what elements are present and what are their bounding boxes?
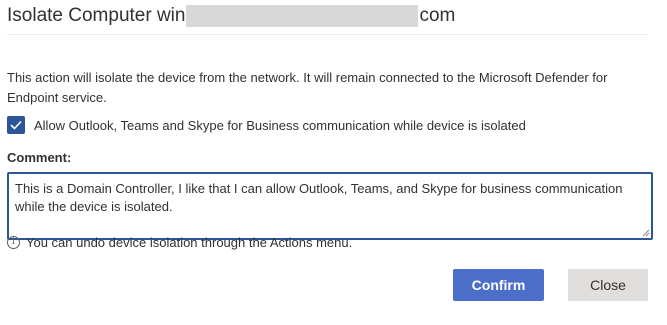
checkbox-label[interactable]: Allow Outlook, Teams and Skype for Busin… <box>34 118 526 133</box>
description-text: This action will isolate the device from… <box>7 70 608 105</box>
isolate-device-dialog: Isolate Computer win com This action wil… <box>0 0 667 325</box>
close-button[interactable]: Close <box>568 269 648 301</box>
info-text: You can undo device isolation through th… <box>26 235 353 250</box>
info-row: i You can undo device isolation through … <box>7 235 352 250</box>
info-icon: i <box>7 236 20 249</box>
checkmark-icon <box>10 120 22 130</box>
comment-label: Comment: <box>7 150 72 165</box>
title-divider <box>7 34 647 35</box>
title-prefix: Isolate Computer win <box>7 5 186 26</box>
dialog-title: Isolate Computer win com <box>7 2 455 30</box>
comment-text: This is a Domain Controller, I like that… <box>15 181 623 214</box>
allow-communication-checkbox[interactable] <box>7 116 25 134</box>
allow-communication-checkbox-row[interactable]: Allow Outlook, Teams and Skype for Busin… <box>7 115 526 135</box>
redacted-hostname <box>186 5 419 27</box>
confirm-button[interactable]: Confirm <box>453 269 544 301</box>
title-suffix: com <box>419 5 456 26</box>
comment-textarea[interactable]: This is a Domain Controller, I like that… <box>7 172 653 240</box>
resize-grip-icon[interactable] <box>642 229 650 237</box>
